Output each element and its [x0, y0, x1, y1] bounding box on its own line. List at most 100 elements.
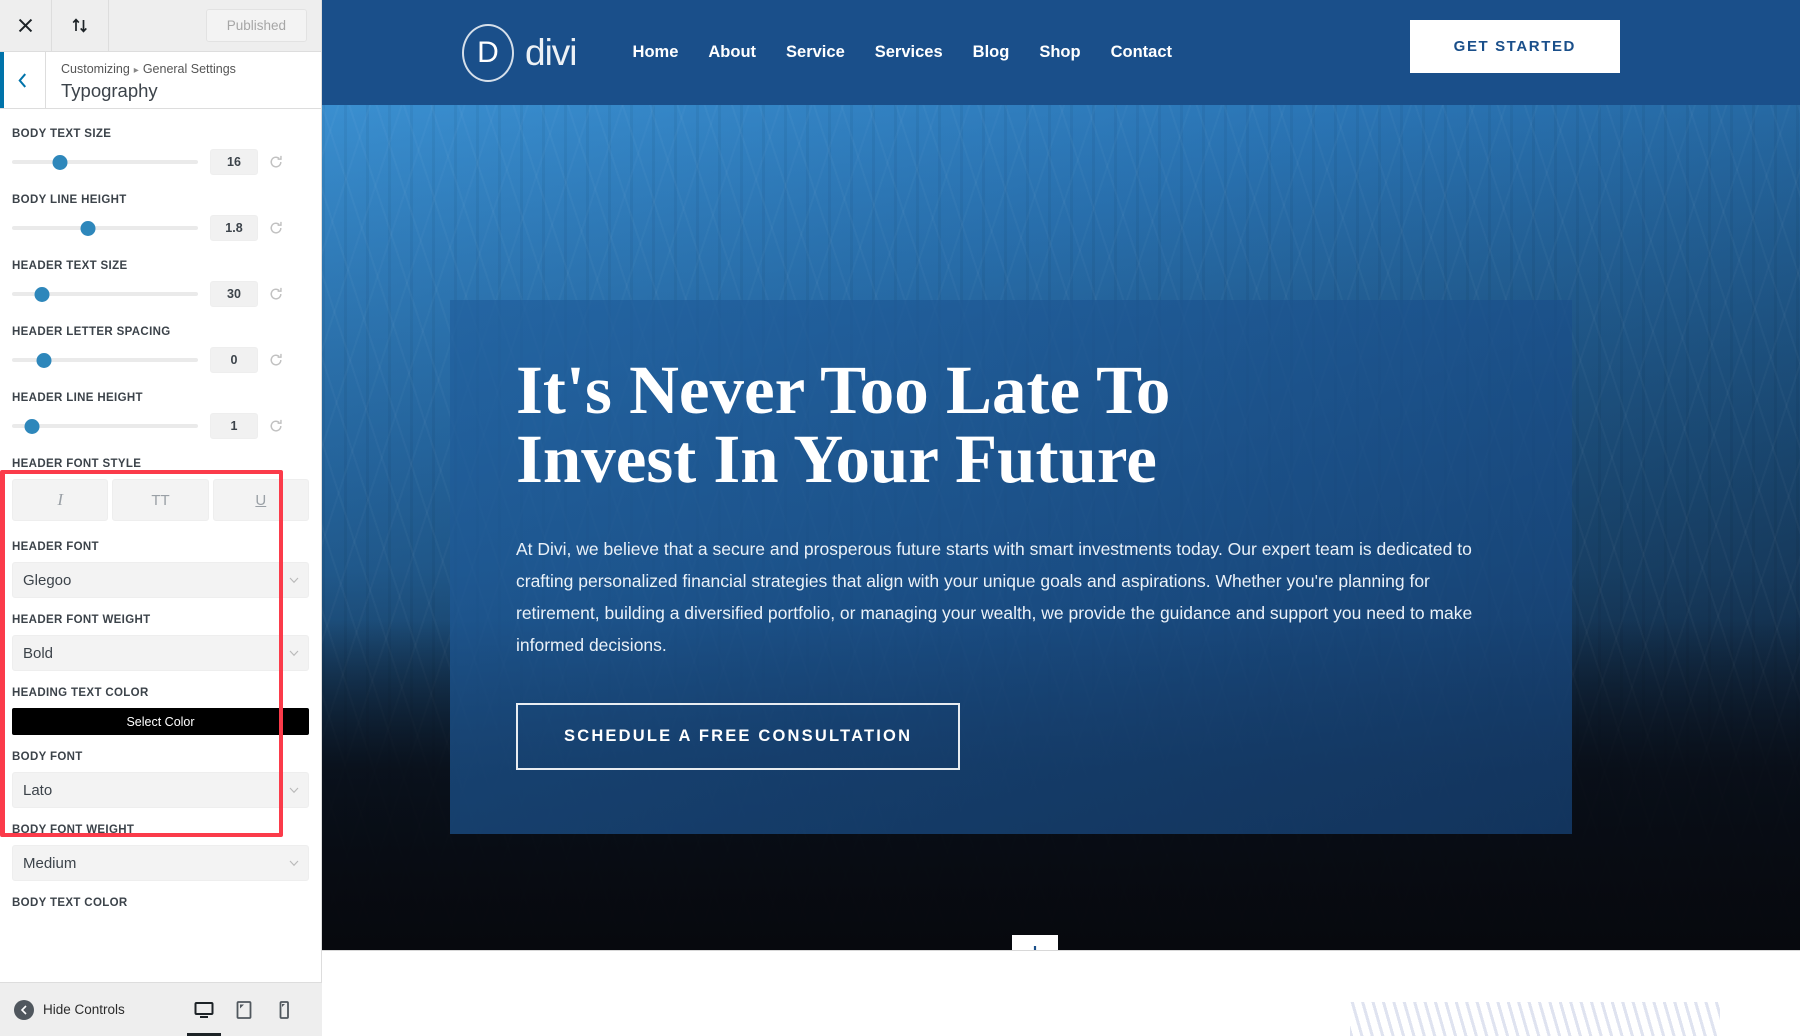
header-text-size-value[interactable]: 30 — [210, 281, 258, 307]
header-line-height-value[interactable]: 1 — [210, 413, 258, 439]
body-text-size-slider[interactable] — [12, 153, 198, 171]
changeset-status-button[interactable] — [52, 0, 109, 51]
reset-icon[interactable] — [268, 286, 284, 302]
slider-knob[interactable] — [34, 286, 50, 302]
tablet-preview-button[interactable] — [234, 1000, 254, 1020]
hide-controls-button[interactable]: Hide Controls — [14, 999, 125, 1020]
nav-link-home[interactable]: Home — [633, 43, 679, 62]
italic-button[interactable]: I — [12, 479, 109, 521]
breadcrumb-root[interactable]: Customizing — [61, 62, 130, 76]
header-letter-spacing-value[interactable]: 0 — [210, 347, 258, 373]
header-text-size-slider[interactable] — [12, 285, 198, 303]
control-heading-text-color: HEADING TEXT COLOR Select Color — [12, 687, 309, 735]
slider-knob[interactable] — [24, 418, 40, 434]
scroll-down-button[interactable] — [1012, 935, 1058, 950]
control-header-font: HEADER FONT Glegoo — [12, 541, 309, 598]
slider-line: 30 — [12, 281, 309, 307]
nav-link-blog[interactable]: Blog — [973, 43, 1010, 62]
body-font-weight-select[interactable]: Medium — [12, 845, 309, 881]
collapse-arrow-icon — [20, 1004, 27, 1015]
control-label: HEADER FONT WEIGHT — [12, 614, 151, 626]
hero-paragraph: At Divi, we believe that a secure and pr… — [516, 539, 1473, 655]
control-body-font: BODY FONT Lato — [12, 751, 309, 808]
nav-link-shop[interactable]: Shop — [1039, 43, 1080, 62]
header-font-select[interactable]: Glegoo — [12, 562, 309, 598]
customizer-controls-list[interactable]: BODY TEXT SIZE 16 BODY LINE HEIGHT 1.8 H… — [0, 110, 321, 982]
slider-track — [12, 160, 198, 164]
breadcrumb: Customizing ▸ General Settings — [61, 60, 236, 79]
header-font-weight-select[interactable]: Bold — [12, 635, 309, 671]
below-fold-section — [322, 950, 1800, 1036]
publish-button[interactable]: Published — [205, 9, 307, 42]
underline-button[interactable]: U — [212, 479, 309, 521]
site-navbar: D divi Home About Service Services Blog … — [322, 0, 1800, 105]
reset-icon[interactable] — [268, 154, 284, 170]
schedule-consultation-button[interactable]: SCHEDULE A FREE CONSULTATION — [516, 703, 961, 771]
back-button[interactable] — [0, 52, 46, 108]
control-label: HEADER FONT STYLE — [12, 458, 142, 470]
nav-link-services[interactable]: Services — [875, 43, 943, 62]
header-font-value: Glegoo — [23, 571, 72, 589]
control-body-text-color: BODY TEXT COLOR — [12, 897, 309, 909]
site-preview: D divi Home About Service Services Blog … — [322, 0, 1800, 1036]
header-line-height-slider[interactable] — [12, 417, 198, 435]
hero-heading: It's Never Too Late To Invest In Your Fu… — [516, 356, 1506, 494]
control-header-line-height: HEADER LINE HEIGHT 1 — [12, 392, 309, 439]
get-started-button[interactable]: GET STARTED — [1409, 20, 1620, 73]
site-logo[interactable]: D divi — [462, 23, 578, 82]
slider-knob[interactable] — [36, 352, 52, 368]
decorative-stripes — [1350, 1002, 1720, 1036]
body-font-weight-value: Medium — [23, 854, 77, 872]
body-font-select[interactable]: Lato — [12, 772, 309, 808]
control-header-text-size: HEADER TEXT SIZE 30 — [12, 260, 309, 307]
mobile-preview-button[interactable] — [274, 1000, 294, 1020]
header-font-weight-value: Bold — [23, 644, 54, 662]
header-letter-spacing-slider[interactable] — [12, 351, 198, 369]
screen-root: D divi Home About Service Services Blog … — [0, 0, 1800, 1036]
reset-icon[interactable] — [268, 352, 284, 368]
slider-knob[interactable] — [52, 154, 68, 170]
breadcrumb-parent[interactable]: General Settings — [143, 62, 236, 76]
chevron-down-icon — [289, 577, 299, 584]
nav-link-about[interactable]: About — [708, 43, 756, 62]
customizer-topbar: Published — [0, 0, 321, 52]
hero-heading-line-2: Invest In Your Future — [516, 421, 1157, 497]
body-font-value: Lato — [23, 781, 53, 799]
reset-icon[interactable] — [268, 220, 284, 236]
hero-heading-line-1: It's Never Too Late To — [516, 352, 1171, 428]
tablet-icon — [236, 1000, 252, 1019]
control-body-line-height: BODY LINE HEIGHT 1.8 — [12, 194, 309, 241]
collapse-left-icon — [14, 999, 34, 1020]
slider-line: 0 — [12, 347, 309, 373]
body-line-height-slider[interactable] — [12, 219, 198, 237]
logo-mark-icon: D — [462, 23, 514, 82]
hero-content-panel: It's Never Too Late To Invest In Your Fu… — [450, 300, 1572, 835]
uppercase-button[interactable]: TT — [112, 479, 209, 521]
reset-icon[interactable] — [268, 418, 284, 434]
desktop-preview-button[interactable] — [194, 1000, 214, 1020]
control-header-font-weight: HEADER FONT WEIGHT Bold — [12, 614, 309, 671]
chevron-down-icon — [289, 787, 299, 794]
close-customizer-button[interactable] — [0, 0, 52, 51]
control-label: HEADER FONT — [12, 541, 99, 553]
nav-link-service[interactable]: Service — [786, 43, 845, 62]
mobile-icon — [279, 1000, 289, 1019]
primary-nav: Home About Service Services Blog Shop Co… — [633, 43, 1172, 62]
body-text-size-value[interactable]: 16 — [210, 149, 258, 175]
slider-knob[interactable] — [80, 220, 96, 236]
control-label: BODY FONT — [12, 751, 83, 763]
logo-letter: D — [477, 35, 499, 69]
slider-line: 1 — [12, 413, 309, 439]
control-label: BODY LINE HEIGHT — [12, 194, 127, 206]
heading-select-color-button[interactable]: Select Color — [12, 708, 309, 735]
page-title: Typography — [61, 79, 158, 101]
control-body-font-weight: BODY FONT WEIGHT Medium — [12, 824, 309, 881]
body-line-height-value[interactable]: 1.8 — [210, 215, 258, 241]
control-body-text-size: BODY TEXT SIZE 16 — [12, 128, 309, 175]
hide-controls-label: Hide Controls — [43, 1002, 125, 1017]
control-label: HEADING TEXT COLOR — [12, 687, 149, 699]
nav-link-contact[interactable]: Contact — [1111, 43, 1172, 62]
hero-section: It's Never Too Late To Invest In Your Fu… — [322, 105, 1800, 950]
chevron-down-icon — [289, 650, 299, 657]
chevron-down-icon — [289, 860, 299, 867]
